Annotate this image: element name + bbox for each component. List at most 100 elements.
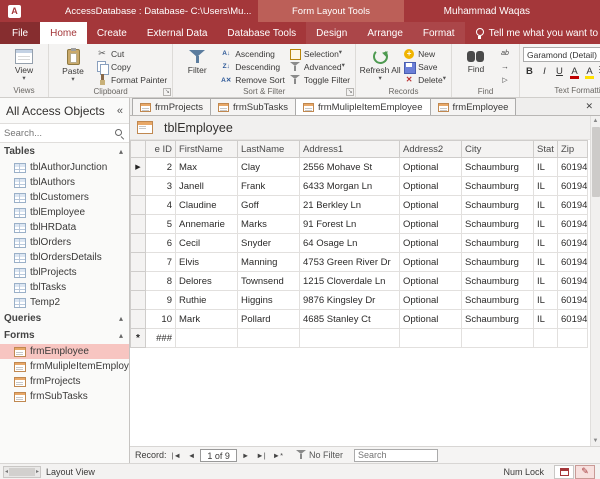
cell[interactable]: 21 Berkley Ln (300, 196, 400, 215)
cell[interactable]: Janell (176, 177, 238, 196)
cell[interactable]: Optional (400, 310, 462, 329)
cell[interactable] (534, 329, 558, 348)
current-record-selector[interactable]: ▶ (131, 158, 146, 177)
column-header-stat[interactable]: Stat (534, 141, 558, 158)
cell[interactable]: Optional (400, 158, 462, 177)
cell[interactable]: 60194 (558, 177, 588, 196)
cell[interactable]: Manning (238, 253, 300, 272)
cell[interactable]: 2556 Mohave St (300, 158, 400, 177)
nav-item-frmemployee[interactable]: frmEmployee (0, 344, 129, 359)
doc-tab-frmmulipleitememployee[interactable]: frmMulipleItemEmployee (295, 98, 431, 115)
cell[interactable]: Snyder (238, 234, 300, 253)
cell[interactable]: Claudine (176, 196, 238, 215)
column-header-address2[interactable]: Address2 (400, 141, 462, 158)
cell[interactable] (300, 329, 400, 348)
refresh-all-button[interactable]: Refresh All ▾ (359, 46, 401, 86)
scroll-down-icon[interactable]: ▼ (593, 436, 599, 446)
advanced-button[interactable]: Advanced ▾ (287, 60, 352, 73)
cell[interactable]: 60194 (558, 291, 588, 310)
italic-button[interactable]: I (538, 65, 551, 79)
tab-format[interactable]: Format (413, 22, 465, 44)
cell[interactable]: Mark (176, 310, 238, 329)
bold-button[interactable]: B (523, 65, 536, 79)
tab-database-tools[interactable]: Database Tools (217, 22, 306, 44)
doc-tab-frmsubtasks[interactable]: frmSubTasks (210, 98, 296, 115)
cell[interactable]: 7 (146, 253, 176, 272)
first-record-button[interactable]: |◄ (170, 451, 183, 460)
cell[interactable]: 91 Forest Ln (300, 215, 400, 234)
nav-item-tblorders[interactable]: tblOrders (0, 235, 129, 250)
cell[interactable]: Schaumburg (462, 253, 534, 272)
nav-pane-header[interactable]: All Access Objects « (0, 98, 129, 123)
cell[interactable] (238, 329, 300, 348)
no-filter-button[interactable]: No Filter (296, 450, 343, 460)
scroll-left-icon[interactable]: ◂ (5, 468, 8, 475)
tab-arrange[interactable]: Arrange (357, 22, 413, 44)
cell[interactable]: IL (534, 215, 558, 234)
row-selector-header[interactable] (131, 141, 146, 158)
cell[interactable]: Schaumburg (462, 291, 534, 310)
underline-button[interactable]: U (553, 65, 566, 79)
row-selector[interactable] (131, 291, 146, 310)
format-painter-button[interactable]: Format Painter (94, 73, 169, 86)
cell[interactable]: Optional (400, 234, 462, 253)
cell[interactable]: Clay (238, 158, 300, 177)
cell[interactable]: Marks (238, 215, 300, 234)
column-header-address1[interactable]: Address1 (300, 141, 400, 158)
replace-button[interactable]: ab (497, 47, 516, 60)
nav-item-frmprojects[interactable]: frmProjects (0, 374, 129, 389)
nav-item-tblemployee[interactable]: tblEmployee (0, 205, 129, 220)
cell[interactable]: Higgins (238, 291, 300, 310)
cell[interactable]: 1215 Cloverdale Ln (300, 272, 400, 291)
descending-button[interactable]: Z↓ Descending (218, 60, 287, 73)
nav-item-frmsubtasks[interactable]: frmSubTasks (0, 389, 129, 404)
cell[interactable]: IL (534, 177, 558, 196)
cell[interactable]: Goff (238, 196, 300, 215)
cell[interactable]: Delores (176, 272, 238, 291)
nav-search-input[interactable] (4, 128, 114, 139)
row-selector[interactable] (131, 253, 146, 272)
cut-button[interactable]: ✂ Cut (94, 47, 169, 60)
row-selector[interactable] (131, 177, 146, 196)
tell-me-box[interactable]: Tell me what you want to do (465, 22, 600, 44)
cell[interactable]: Optional (400, 253, 462, 272)
cell[interactable]: Cecil (176, 234, 238, 253)
cell[interactable]: 60194 (558, 310, 588, 329)
cell[interactable]: IL (534, 158, 558, 177)
cell[interactable]: Schaumburg (462, 158, 534, 177)
nav-pane-hscrollbar[interactable]: ◂▸ (3, 466, 41, 478)
filter-button[interactable]: Filter (176, 46, 218, 86)
cell[interactable]: 64 Osage Ln (300, 234, 400, 253)
form-view-button[interactable] (554, 465, 574, 479)
cell[interactable]: 10 (146, 310, 176, 329)
close-document-icon[interactable]: ✕ (578, 101, 600, 112)
selection-button[interactable]: Selection ▾ (287, 47, 352, 60)
cell[interactable]: 9876 Kingsley Dr (300, 291, 400, 310)
tab-file[interactable]: File (0, 22, 40, 44)
nav-item-tblhrdata[interactable]: tblHRData (0, 220, 129, 235)
doc-tab-frmemployee[interactable]: frmEmployee (430, 98, 517, 115)
highlight-color-button[interactable]: A (583, 65, 596, 79)
cell[interactable]: 60194 (558, 215, 588, 234)
row-selector[interactable] (131, 234, 146, 253)
scroll-right-icon[interactable]: ▸ (36, 468, 39, 475)
cell[interactable]: Optional (400, 291, 462, 310)
cell[interactable]: 9 (146, 291, 176, 310)
cell[interactable]: Schaumburg (462, 196, 534, 215)
cell[interactable]: 6 (146, 234, 176, 253)
cell[interactable]: IL (534, 291, 558, 310)
cell[interactable] (558, 329, 588, 348)
cell[interactable]: Optional (400, 196, 462, 215)
nav-item-frmmulipleitememployee[interactable]: frmMulipleItemEmployee (0, 359, 129, 374)
cell[interactable]: Optional (400, 272, 462, 291)
cell[interactable]: IL (534, 272, 558, 291)
cell[interactable]: IL (534, 234, 558, 253)
nav-item-tblcustomers[interactable]: tblCustomers (0, 190, 129, 205)
cell[interactable]: Schaumburg (462, 215, 534, 234)
row-selector[interactable] (131, 196, 146, 215)
paste-button[interactable]: Paste ▾ (52, 46, 94, 86)
dialog-launcher-icon[interactable]: ↘ (163, 88, 171, 96)
scrollbar-thumb[interactable] (592, 127, 600, 197)
nav-item-tblprojects[interactable]: tblProjects (0, 265, 129, 280)
last-record-button[interactable]: ►| (254, 451, 267, 460)
